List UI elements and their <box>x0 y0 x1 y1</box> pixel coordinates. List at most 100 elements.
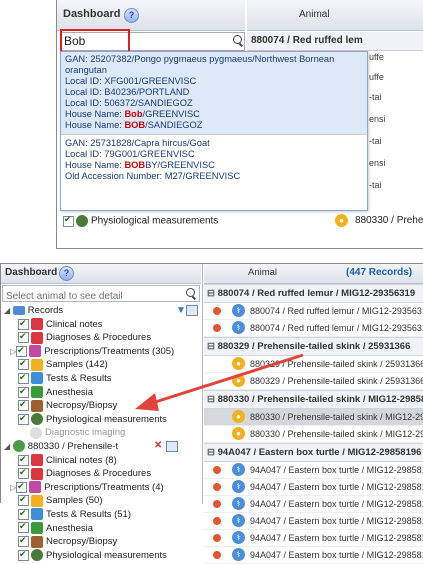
table-row[interactable]: ⚕ 880074 / Red ruffed lemur / MIG12-29356… <box>204 320 423 337</box>
checkbox-icon[interactable] <box>18 330 29 344</box>
row-label: 94A047 / Eastern box turtle / MIG12-2985… <box>250 550 423 560</box>
checkbox-icon[interactable] <box>18 493 29 507</box>
checkbox-icon[interactable] <box>18 507 29 520</box>
remove-icon[interactable]: ✕ <box>154 439 162 453</box>
animal-header[interactable]: Animal (447 Records) <box>204 264 423 284</box>
collapse-group-icon[interactable]: ⊟ <box>207 447 218 458</box>
physiological-icon <box>31 549 43 562</box>
top-animal-col: Animal <box>299 9 330 20</box>
tree-item-label: Anesthesia <box>46 522 94 534</box>
tree-item[interactable]: Anesthesia <box>18 520 200 536</box>
search-icon[interactable] <box>186 288 195 297</box>
group-header[interactable]: ⊟ 94A047 / Eastern box turtle / MIG12-29… <box>204 443 423 462</box>
tree-item[interactable]: Tests & Results (51) <box>18 507 200 522</box>
tree-item[interactable]: ▷Prescriptions/Treatments (4) <box>10 480 200 495</box>
checkbox-icon[interactable] <box>18 548 29 561</box>
grid-icon[interactable] <box>166 440 178 452</box>
tree-item-label: Samples (142) <box>46 359 108 371</box>
tree-item-label: Anesthesia <box>46 386 94 398</box>
tree-item[interactable]: Samples (50) <box>18 493 200 508</box>
help-icon[interactable]: ? <box>124 8 139 23</box>
status-dot-icon <box>213 324 221 332</box>
group-header[interactable]: ⊟ 880074 / Red ruffed lemur / MIG12-2935… <box>204 284 423 303</box>
collapse-arrow-icon[interactable]: ◢ <box>4 306 10 315</box>
checkbox-icon[interactable] <box>18 371 29 385</box>
animal-search-field[interactable] <box>3 290 174 303</box>
tree-animal-node[interactable]: ◢ 880330 / Prehensile-t ✕ <box>4 440 200 454</box>
imaging-icon <box>30 426 42 439</box>
tree-records-node[interactable]: ◢ Records ▼ <box>4 304 200 318</box>
house-name-prefix: House Name: <box>65 160 125 170</box>
tree-item-label: Diagnoses & Procedures <box>46 332 152 344</box>
top-search-input[interactable]: Bob <box>64 34 85 48</box>
top-right-snips: uffe uffe -tai ensi -tai ensi -tai <box>369 52 423 202</box>
checkbox-icon[interactable] <box>18 466 29 480</box>
clinical-record-icon: ⚕ <box>232 480 245 493</box>
row-label: 94A047 / Eastern box turtle / MIG12-2985… <box>250 533 423 543</box>
top-physio-item[interactable]: Physiological measurements <box>63 214 218 227</box>
checkbox-icon[interactable] <box>18 412 29 425</box>
top-animal-header[interactable]: Animal <box>247 0 423 31</box>
table-row[interactable]: ⚕ 94A047 / Eastern box turtle / MIG12-298… <box>204 479 423 496</box>
table-row[interactable]: ⚕ 880074 / Red ruffed lemur / MIG12-29356… <box>204 303 423 320</box>
annotation-arrow <box>135 353 304 411</box>
checkbox-icon[interactable] <box>18 534 29 548</box>
status-dot-icon <box>213 534 221 542</box>
snip: -tai <box>369 180 382 190</box>
records-count: (447 Records) <box>346 267 413 278</box>
house-name-prefix: House Name: <box>65 120 125 130</box>
checkbox-icon[interactable] <box>18 317 29 330</box>
table-row[interactable]: ● 880330 / Prehensile-tailed skink / MIG1… <box>204 426 423 443</box>
autocomplete-result-2[interactable]: GAN: 25731828/Capra hircus/Goat Local ID… <box>61 135 367 185</box>
prescriptions-icon <box>29 345 42 358</box>
physiological-icon <box>31 413 43 426</box>
row-label: 94A047 / Eastern box turtle / MIG12-2985… <box>250 465 423 475</box>
collapse-arrow-icon[interactable]: ◢ <box>4 442 10 451</box>
checkbox-icon[interactable] <box>18 398 29 412</box>
table-row[interactable]: ⚕ 94A047 / Eastern box turtle / MIG12-298… <box>204 530 423 547</box>
house-name-prefix: House Name: <box>65 109 125 119</box>
tree-item-label: Clinical notes <box>46 318 103 330</box>
animal-search-input[interactable] <box>2 285 200 303</box>
checkbox-icon[interactable] <box>18 453 29 466</box>
house-name-suffix: /SANDIEGOZ <box>145 120 203 130</box>
filter-icon[interactable]: ▼ <box>176 304 186 318</box>
checkbox-icon[interactable] <box>18 385 29 398</box>
table-row[interactable]: ⚕ 94A047 / Eastern box turtle / MIG12-298… <box>204 547 423 564</box>
bottom-screenshot: Dashboard ? ◢ Records ▼ Clinical notes D… <box>0 263 423 564</box>
autocomplete-result-1[interactable]: GAN: 25207382/Pongo pygmaeus pygmaeus/No… <box>61 52 367 134</box>
snip: -tai <box>369 92 382 102</box>
table-row[interactable]: ⚕ 94A047 / Eastern box turtle / MIG12-298… <box>204 462 423 479</box>
clinical-record-icon: ⚕ <box>232 514 245 527</box>
tree-item[interactable]: Diagnoses & Procedures <box>18 466 200 481</box>
tree-item[interactable]: Necropsy/Biopsy <box>18 534 200 549</box>
samples-icon <box>31 494 43 507</box>
tests-icon <box>31 508 43 521</box>
checkbox-icon[interactable] <box>18 520 29 534</box>
help-icon[interactable]: ? <box>59 266 74 281</box>
top-bottom-row-label: 880330 / Prehensi <box>355 215 423 226</box>
table-row[interactable]: ⚕ 94A047 / Eastern box turtle / MIG12-298… <box>204 513 423 530</box>
snip: -tai <box>369 136 382 146</box>
row-label: 880074 / Red ruffed lemur / MIG12-293563… <box>250 323 423 333</box>
checkbox-icon[interactable] <box>18 357 29 371</box>
tree-item[interactable]: Clinical notes (8) <box>18 453 200 468</box>
checkbox-icon[interactable] <box>16 480 28 493</box>
collapse-group-icon[interactable]: ⊟ <box>207 288 218 299</box>
tests-icon <box>31 372 43 385</box>
grid-icon[interactable] <box>186 305 198 316</box>
clinical-notes-icon <box>31 454 43 467</box>
table-row[interactable]: ⚕ 94A047 / Eastern box turtle / MIG12-298… <box>204 496 423 513</box>
tree-item[interactable]: Physiological measurements <box>18 548 200 563</box>
top-bottom-row[interactable]: ● 880330 / Prehensi <box>247 210 423 232</box>
house-name-line: House Name: Bob/GREENVISC <box>65 109 363 120</box>
animal-col-label: Animal <box>248 267 278 278</box>
tree-item[interactable]: Diagnostic imaging <box>18 426 200 440</box>
checkbox-icon[interactable] <box>16 344 28 357</box>
row-label: 880330 / Prehensile-tailed skink / MIG12… <box>250 429 423 439</box>
tree-item[interactable]: Diagnoses & Procedures <box>18 330 200 345</box>
checkbox-icon[interactable] <box>63 214 74 227</box>
top-group-row[interactable]: 880074 / Red ruffed lem <box>247 32 423 51</box>
tree-item[interactable]: Clinical notes <box>18 317 200 332</box>
search-icon[interactable] <box>233 35 242 44</box>
